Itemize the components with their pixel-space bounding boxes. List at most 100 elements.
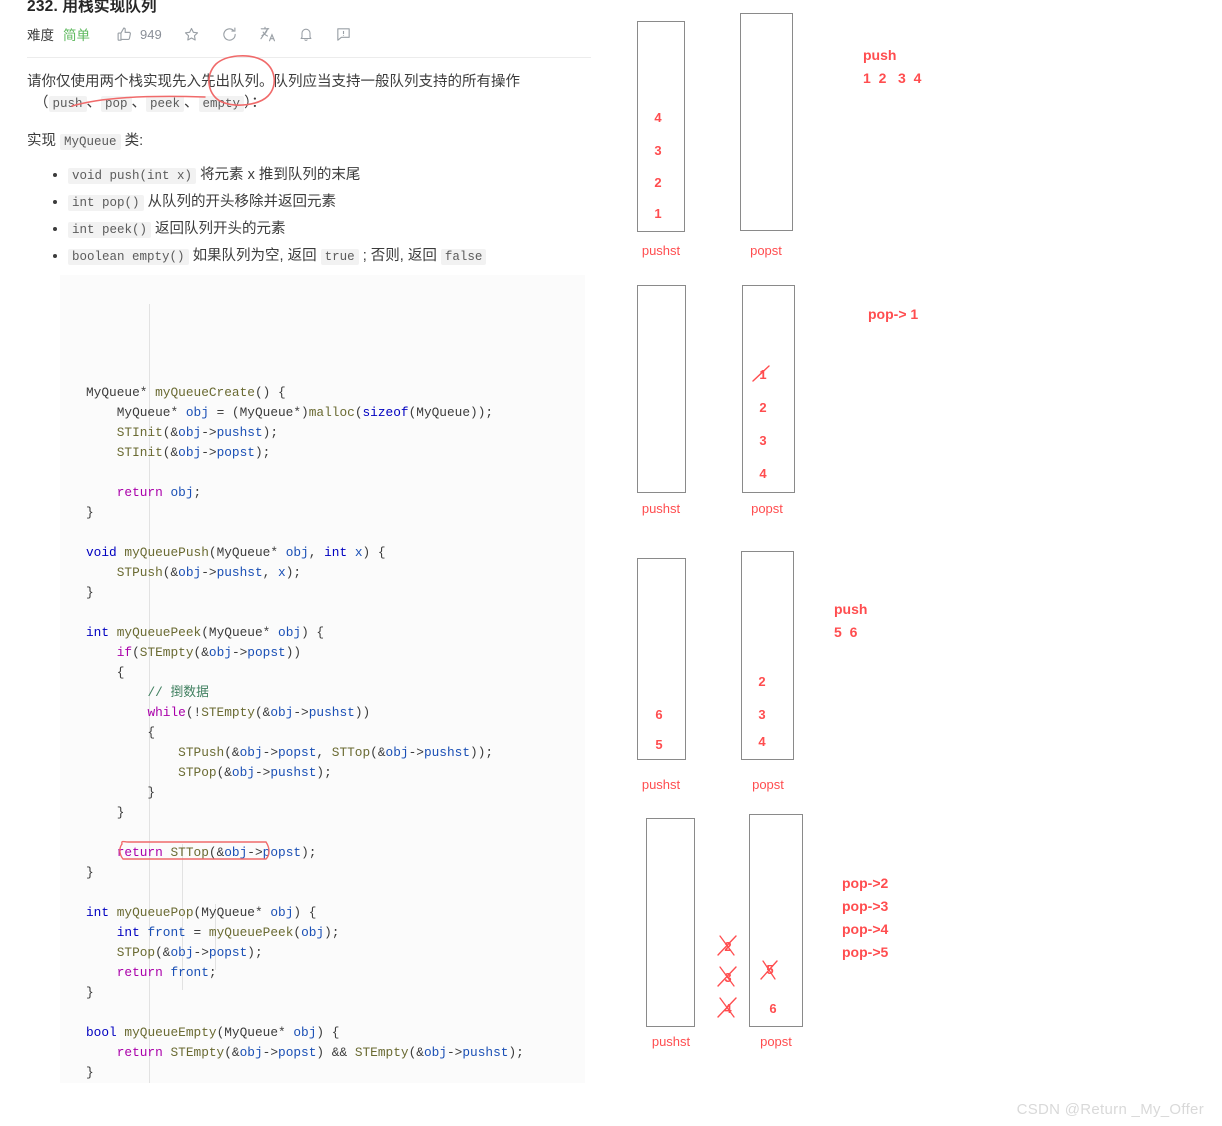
popst-box-step-3 bbox=[741, 551, 794, 760]
note-step-1: push 1 2 3 4 bbox=[863, 47, 922, 86]
code-line: } bbox=[86, 985, 94, 1000]
popst-box-step-4 bbox=[749, 814, 803, 1027]
difficulty-label: 难度 bbox=[27, 28, 54, 43]
popst-value-step-4-0: 5 bbox=[766, 962, 774, 977]
popst-label-step-1: popst bbox=[750, 243, 782, 258]
code-line: while(!STEmpty(&obj->pushst)) bbox=[147, 705, 371, 720]
description-line-2: （push、 pop、 peek、 empty）： bbox=[34, 95, 266, 112]
code-false: false bbox=[440, 249, 487, 265]
list-item: boolean empty() 如果队列为空, 返回 true ; 否则, 返回… bbox=[53, 246, 608, 267]
pushst-value-step-1-0: 4 bbox=[654, 110, 662, 125]
share-icon[interactable] bbox=[221, 26, 238, 43]
popst-label-step-2: popst bbox=[751, 501, 783, 516]
popst-label-step-4: popst bbox=[760, 1034, 792, 1049]
thumbs-up-icon[interactable]: 949 bbox=[116, 26, 162, 43]
code-line: int myQueuePop(MyQueue* obj) { bbox=[86, 905, 317, 920]
problem-pane: 232. 用栈实现队列 难度 简单 949 请你仅使用两个栈实现先入先出队列。队… bbox=[0, 0, 618, 1126]
code-pop: pop bbox=[101, 96, 132, 112]
code-empty: empty bbox=[198, 96, 245, 112]
pushst-box-step-3 bbox=[637, 558, 686, 760]
code-line: } bbox=[86, 1065, 94, 1080]
popst-value-step-4-1: 6 bbox=[769, 1001, 777, 1016]
method-desc: 将元素 x 推到队列的末尾 bbox=[200, 167, 361, 183]
pushst-value-step-1-2: 2 bbox=[654, 175, 662, 190]
feedback-icon[interactable] bbox=[335, 26, 352, 43]
code-line: return obj; bbox=[116, 485, 202, 500]
code-line: int front = myQueuePeek(obj); bbox=[116, 925, 340, 940]
problem-meta-row: 难度 简单 949 bbox=[27, 22, 373, 46]
list-item: void push(int x) 将元素 x 推到队列的末尾 bbox=[53, 165, 608, 186]
pushst-value-step-1-1: 3 bbox=[654, 143, 662, 158]
code-line: STPush(&obj->pushst, x); bbox=[116, 565, 302, 580]
code-line: STPop(&obj->pushst); bbox=[178, 765, 332, 780]
list-item: int pop() 从队列的开头移除并返回元素 bbox=[53, 192, 608, 213]
method-signature: int pop() bbox=[68, 195, 144, 211]
code-line: return STTop(&obj->popst); bbox=[116, 845, 317, 860]
pushst-box-step-2 bbox=[637, 285, 686, 493]
bell-icon[interactable] bbox=[298, 26, 314, 43]
popst-value-step-2-0: 1 bbox=[759, 367, 767, 382]
star-icon[interactable] bbox=[183, 26, 200, 43]
code-line: STPush(&obj->popst, STTop(&obj->pushst))… bbox=[178, 745, 494, 760]
pushst-label-step-4: pushst bbox=[651, 1034, 691, 1049]
code-line: } bbox=[86, 505, 94, 520]
outside-struck-value-step-4-0: 2 bbox=[724, 939, 732, 954]
code-line: if(STEmpty(&obj->popst)) bbox=[116, 645, 302, 660]
code-line: STInit(&obj->popst); bbox=[116, 445, 271, 460]
popst-value-step-2-3: 4 bbox=[759, 466, 767, 481]
method-desc: 返回队列开头的元素 bbox=[155, 221, 286, 237]
page-title: 232. 用栈实现队列 bbox=[27, 0, 157, 15]
code-line: { bbox=[86, 725, 156, 740]
translate-icon[interactable] bbox=[259, 25, 277, 43]
problem-description: 请你仅使用两个栈实现先入先出队列。队列应当支持一般队列支持的所有操作 （push… bbox=[27, 72, 589, 115]
screenshot-root: 232. 用栈实现队列 难度 简单 949 请你仅使用两个栈实现先入先出队列。队… bbox=[0, 0, 1222, 1126]
list-item: int peek() 返回队列开头的元素 bbox=[53, 219, 608, 240]
method-signature: boolean empty() bbox=[68, 249, 189, 265]
popst-value-step-3-0: 2 bbox=[758, 674, 766, 689]
code-myqueue: MyQueue bbox=[60, 134, 121, 150]
outside-struck-value-step-4-2: 4 bbox=[724, 1001, 732, 1016]
code-line: return front; bbox=[116, 965, 217, 980]
code-line: MyQueue* myQueueCreate() { bbox=[86, 385, 286, 400]
code-line: STPop(&obj->popst); bbox=[116, 945, 263, 960]
code-line: int myQueuePeek(MyQueue* obj) { bbox=[86, 625, 325, 640]
method-desc: 从队列的开头移除并返回元素 bbox=[147, 194, 337, 210]
code-true: true bbox=[320, 249, 359, 265]
code-line: bool myQueueEmpty(MyQueue* obj) { bbox=[86, 1025, 340, 1040]
outside-struck-value-step-4-1: 3 bbox=[724, 970, 732, 985]
code-peek: peek bbox=[146, 96, 185, 112]
popst-value-step-3-1: 3 bbox=[758, 707, 766, 722]
code-line: MyQueue* obj = (MyQueue*)malloc(sizeof(M… bbox=[116, 405, 494, 420]
code-editor[interactable]: MyQueue* myQueueCreate() { MyQueue* obj … bbox=[60, 275, 585, 1083]
method-list: void push(int x) 将元素 x 推到队列的末尾 int pop()… bbox=[44, 165, 608, 273]
pushst-label-step-3: pushst bbox=[641, 777, 681, 792]
pushst-label-step-2: pushst bbox=[641, 501, 681, 516]
popst-box-step-2 bbox=[742, 285, 795, 493]
note-step-3: push 5 6 bbox=[834, 601, 868, 640]
popst-value-step-2-2: 3 bbox=[759, 433, 767, 448]
pushst-box-step-4 bbox=[646, 818, 695, 1027]
note-step-2: pop-> 1 bbox=[868, 306, 919, 322]
difficulty-badge: 简单 bbox=[63, 28, 90, 43]
code-line: } bbox=[86, 805, 125, 820]
like-count: 949 bbox=[140, 26, 162, 42]
code-line: // 捯数据 bbox=[147, 685, 209, 700]
pushst-value-step-1-3: 1 bbox=[654, 206, 662, 221]
watermark: CSDN @Return _My_Offer bbox=[1016, 1101, 1204, 1118]
popst-box-step-1 bbox=[740, 13, 793, 231]
implement-line: 实现 MyQueue 类: bbox=[27, 133, 144, 150]
popst-value-step-3-2: 4 bbox=[758, 734, 766, 749]
code-line: } bbox=[86, 865, 94, 880]
diagram-pane: pushst 4 3 2 1 popst push 1 2 3 4 pushst… bbox=[618, 0, 1222, 1126]
code-line: { bbox=[86, 665, 125, 680]
code-line: return STEmpty(&obj->popst) && STEmpty(&… bbox=[116, 1045, 524, 1060]
pushst-value-step-3-0: 6 bbox=[655, 707, 663, 722]
pushst-value-step-3-1: 5 bbox=[655, 737, 663, 752]
description-line-1: 请你仅使用两个栈实现先入先出队列。队列应当支持一般队列支持的所有操作 bbox=[27, 74, 520, 90]
pushst-box-step-1 bbox=[637, 21, 685, 232]
